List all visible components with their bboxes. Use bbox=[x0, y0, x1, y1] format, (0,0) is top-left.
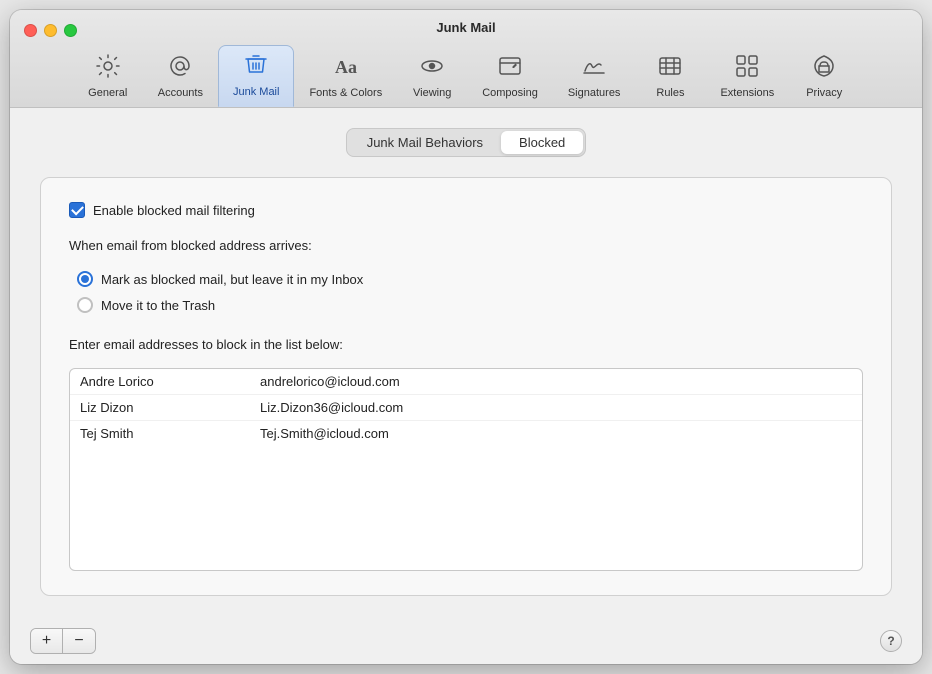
traffic-lights bbox=[24, 24, 77, 37]
toolbar-label-general: General bbox=[88, 87, 127, 99]
enable-filter-checkbox[interactable] bbox=[69, 202, 85, 218]
radio-mark-blocked-button[interactable] bbox=[77, 271, 93, 287]
toolbar-item-extensions[interactable]: Extensions bbox=[705, 46, 789, 107]
radio-mark-blocked[interactable]: Mark as blocked mail, but leave it in my… bbox=[77, 271, 863, 287]
toolbar-item-signatures[interactable]: Signatures bbox=[553, 46, 636, 107]
gear-icon bbox=[95, 53, 121, 83]
enable-filter-row: Enable blocked mail filtering bbox=[69, 202, 863, 218]
contact-name-1: Liz Dizon bbox=[80, 400, 200, 415]
minimize-button[interactable] bbox=[44, 24, 57, 37]
toolbar-item-accounts[interactable]: Accounts bbox=[143, 46, 218, 107]
contact-name-2: Tej Smith bbox=[80, 426, 200, 441]
radio-move-trash-button[interactable] bbox=[77, 297, 93, 313]
radio-group: Mark as blocked mail, but leave it in my… bbox=[77, 271, 863, 313]
toolbar-label-junk-mail: Junk Mail bbox=[233, 86, 279, 98]
radio-mark-blocked-label: Mark as blocked mail, but leave it in my… bbox=[101, 272, 363, 287]
toolbar-item-fonts-colors[interactable]: Aa Fonts & Colors bbox=[294, 46, 397, 107]
toolbar-item-privacy[interactable]: Privacy bbox=[789, 46, 859, 107]
toolbar-item-composing[interactable]: Composing bbox=[467, 46, 553, 107]
radio-move-trash[interactable]: Move it to the Trash bbox=[77, 297, 863, 313]
contact-email-1: Liz.Dizon36@icloud.com bbox=[260, 400, 403, 415]
toolbar: General Accounts bbox=[63, 45, 870, 107]
toolbar-item-junk-mail[interactable]: Junk Mail bbox=[218, 45, 294, 107]
contact-email-2: Tej.Smith@icloud.com bbox=[260, 426, 389, 441]
list-section-label: Enter email addresses to block in the li… bbox=[69, 337, 863, 352]
toolbar-label-signatures: Signatures bbox=[568, 87, 621, 99]
toolbar-label-rules: Rules bbox=[656, 87, 684, 99]
table-row: Andre Lorico andrelorico@icloud.com bbox=[70, 369, 862, 395]
table-row: Liz Dizon Liz.Dizon36@icloud.com bbox=[70, 395, 862, 421]
main-window: Junk Mail General bbox=[10, 10, 922, 664]
bottom-bar: + − ? bbox=[10, 616, 922, 664]
title-bar: Junk Mail General bbox=[10, 10, 922, 108]
email-list[interactable]: Andre Lorico andrelorico@icloud.com Liz … bbox=[69, 368, 863, 571]
close-button[interactable] bbox=[24, 24, 37, 37]
window-title: Junk Mail bbox=[436, 20, 495, 35]
privacy-icon bbox=[811, 53, 837, 83]
toolbar-label-privacy: Privacy bbox=[806, 87, 842, 99]
content-area: Junk Mail Behaviors Blocked Enable block… bbox=[10, 108, 922, 616]
contact-name-0: Andre Lorico bbox=[80, 374, 200, 389]
help-button[interactable]: ? bbox=[880, 630, 902, 652]
add-button[interactable]: + bbox=[31, 629, 63, 653]
fonts-icon: Aa bbox=[333, 53, 359, 83]
toolbar-item-rules[interactable]: Rules bbox=[635, 46, 705, 107]
at-icon bbox=[167, 53, 193, 83]
svg-text:Aa: Aa bbox=[335, 57, 357, 77]
radio-move-trash-label: Move it to the Trash bbox=[101, 298, 215, 313]
table-row: Tej Smith Tej.Smith@icloud.com bbox=[70, 421, 862, 446]
maximize-button[interactable] bbox=[64, 24, 77, 37]
when-arrives-label: When email from blocked address arrives: bbox=[69, 238, 863, 253]
rules-icon bbox=[657, 53, 683, 83]
toolbar-item-general[interactable]: General bbox=[73, 46, 143, 107]
add-remove-group: + − bbox=[30, 628, 96, 654]
signatures-icon bbox=[581, 53, 607, 83]
segment-blocked[interactable]: Blocked bbox=[501, 131, 583, 154]
toolbar-label-fonts: Fonts & Colors bbox=[309, 87, 382, 99]
viewing-icon bbox=[419, 53, 445, 83]
toolbar-label-accounts: Accounts bbox=[158, 87, 203, 99]
toolbar-label-extensions: Extensions bbox=[720, 87, 774, 99]
toolbar-label-composing: Composing bbox=[482, 87, 538, 99]
segmented-control: Junk Mail Behaviors Blocked bbox=[346, 128, 587, 157]
extensions-icon bbox=[734, 53, 760, 83]
composing-icon bbox=[497, 53, 523, 83]
remove-button[interactable]: − bbox=[63, 629, 95, 653]
junk-icon bbox=[243, 52, 269, 82]
settings-panel: Enable blocked mail filtering When email… bbox=[40, 177, 892, 596]
segment-junk-behaviors[interactable]: Junk Mail Behaviors bbox=[349, 131, 501, 154]
toolbar-item-viewing[interactable]: Viewing bbox=[397, 46, 467, 107]
contact-email-0: andrelorico@icloud.com bbox=[260, 374, 400, 389]
toolbar-label-viewing: Viewing bbox=[413, 87, 451, 99]
enable-filter-label: Enable blocked mail filtering bbox=[93, 203, 255, 218]
